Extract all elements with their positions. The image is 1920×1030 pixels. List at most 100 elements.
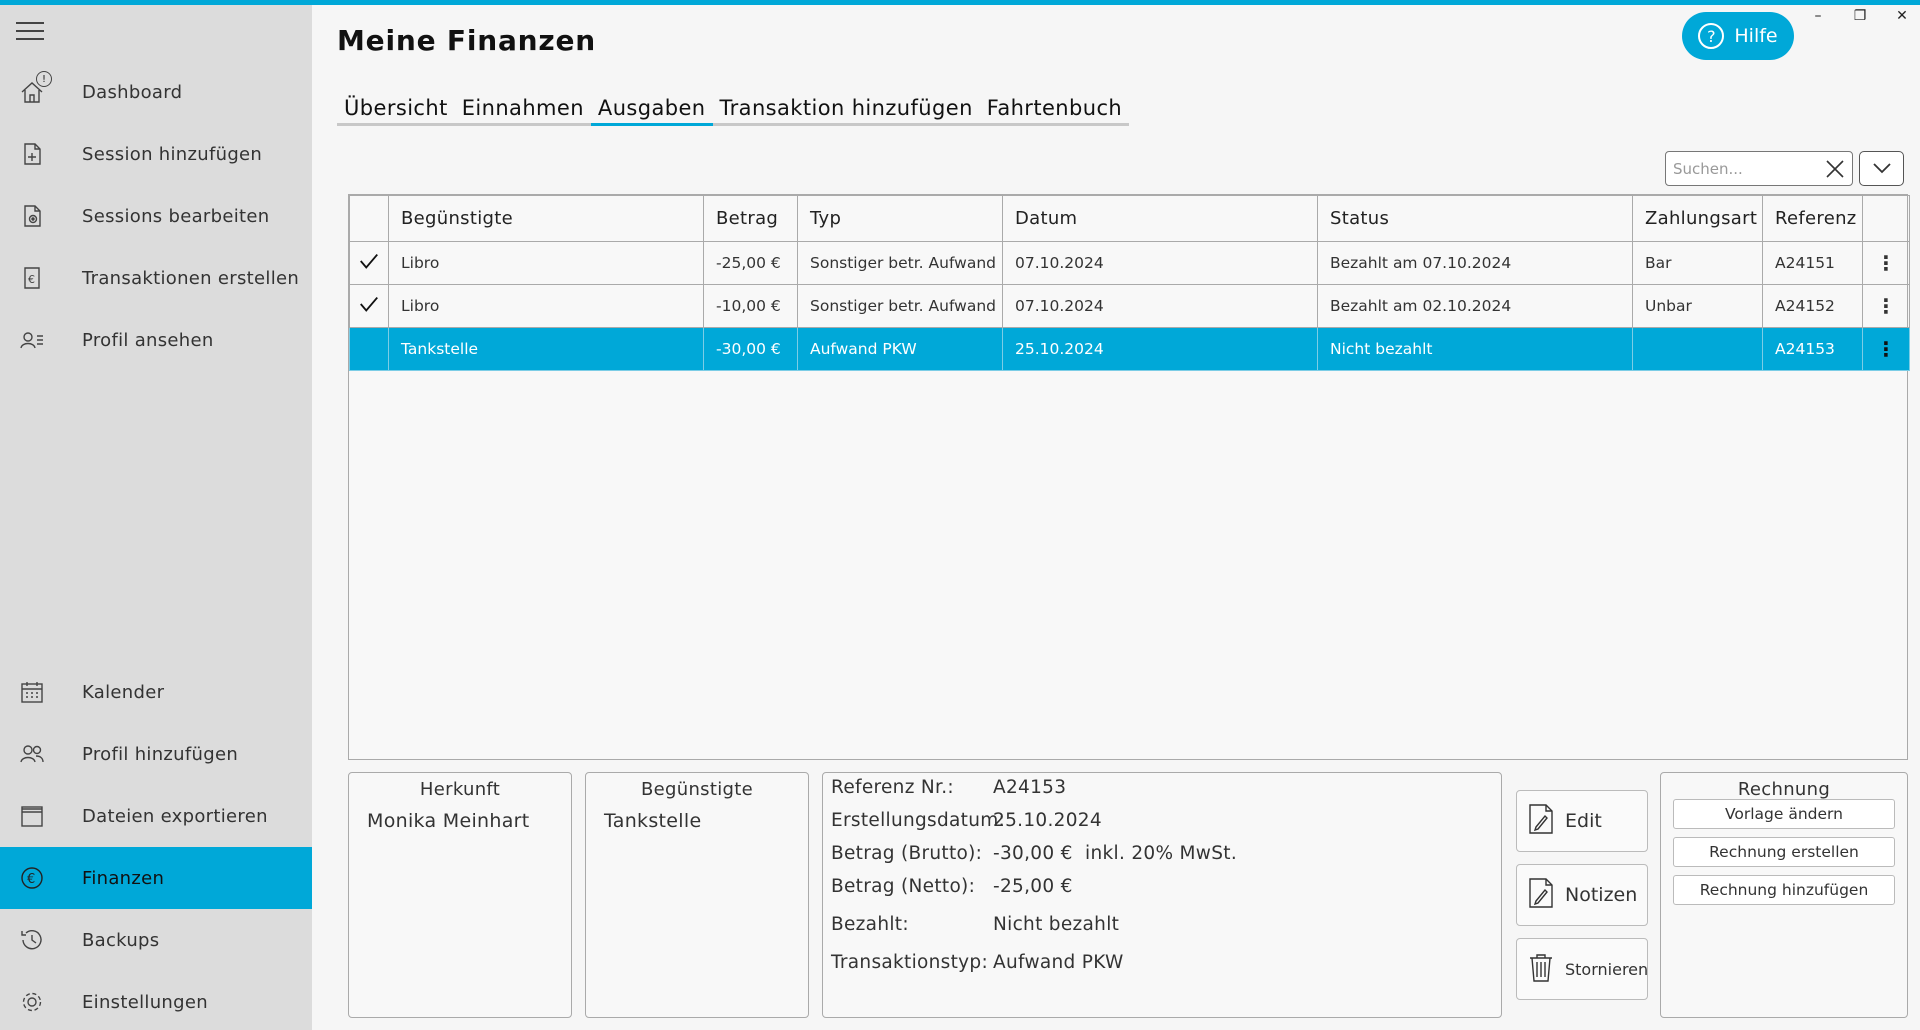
calendar-icon (18, 678, 46, 706)
sidebar-item-label: Backups (82, 929, 160, 951)
detail-row: Betrag (Netto): -25,00 € (831, 876, 1073, 897)
herkunft-title: Herkunft (419, 779, 501, 800)
rechnung-hinzufuegen-button[interactable]: Rechnung hinzufügen (1673, 875, 1895, 905)
more-vertical-icon[interactable]: ⋮ (1876, 294, 1896, 318)
filter-dropdown-button[interactable] (1859, 151, 1904, 186)
sidebar-item-einstellungen[interactable]: Einstellungen (0, 971, 312, 1030)
row-checkbox[interactable] (349, 327, 389, 371)
stornieren-label: Stornieren (1565, 959, 1649, 979)
tab-uebersicht[interactable]: Übersicht (337, 92, 455, 123)
sidebar-item-finanzen[interactable]: € Finanzen (0, 847, 312, 909)
detail-row: Transaktionstyp: Aufwand PKW (831, 952, 1124, 973)
history-icon (18, 926, 46, 954)
column-header-betrag[interactable]: Betrag (703, 195, 798, 242)
notes-label: Notizen (1565, 884, 1638, 906)
detail-row: Referenz Nr.: A24153 (831, 777, 1067, 798)
cell-status: Nicht bezahlt (1317, 327, 1633, 371)
sidebar-item-label: Session hinzufügen (82, 143, 263, 165)
herkunft-panel: Herkunft Monika Meinhart (348, 772, 572, 1018)
cell-betrag: -10,00 € (703, 284, 798, 328)
checkmark-icon (358, 296, 380, 319)
sidebar-item-dashboard[interactable]: ! Dashboard (0, 61, 312, 123)
notes-document-icon (1527, 877, 1555, 914)
column-header-actions (1862, 195, 1910, 242)
column-header-datum[interactable]: Datum (1002, 195, 1318, 242)
hamburger-menu-icon[interactable] (16, 22, 44, 44)
row-checkbox[interactable] (349, 284, 389, 328)
cell-beguenstigte: Tankstelle (388, 327, 704, 371)
tab-bar: Übersicht Einnahmen Ausgaben Transaktion… (337, 92, 1130, 126)
sidebar-item-session-hinzufuegen[interactable]: Session hinzufügen (0, 123, 312, 185)
trash-icon (1527, 951, 1555, 987)
edit-document-icon (1527, 803, 1555, 840)
sidebar-item-kalender[interactable]: Kalender (0, 661, 312, 723)
column-header-referenz[interactable]: Referenz (1762, 195, 1863, 242)
cell-typ: Sonstiger betr. Aufwand (797, 284, 1003, 328)
column-header-status[interactable]: Status (1317, 195, 1633, 242)
sidebar-item-dateien-exportieren[interactable]: Dateien exportieren (0, 785, 312, 847)
notification-badge: ! (36, 71, 52, 87)
restore-button[interactable]: ❐ (1850, 8, 1870, 24)
minimize-button[interactable]: – (1808, 8, 1828, 24)
more-vertical-icon[interactable]: ⋮ (1876, 251, 1896, 275)
beguenstigte-value: Tankstelle (604, 810, 702, 832)
sidebar-item-label: Dashboard (82, 81, 183, 103)
help-button[interactable]: ? Hilfe (1682, 12, 1794, 60)
help-label: Hilfe (1734, 25, 1778, 47)
column-header-beguenstigte[interactable]: Begünstigte (388, 195, 704, 242)
svg-text:€: € (28, 273, 35, 286)
page-title: Meine Finanzen (337, 24, 597, 57)
sidebar-item-label: Sessions bearbeiten (82, 205, 270, 227)
rechnung-panel: Rechnung Vorlage ändern Rechnung erstell… (1660, 772, 1908, 1018)
cell-status: Bezahlt am 02.10.2024 (1317, 284, 1633, 328)
notes-button[interactable]: Notizen (1516, 864, 1648, 926)
row-menu-cell: ⋮ (1862, 241, 1910, 285)
tab-fahrtenbuch[interactable]: Fahrtenbuch (980, 92, 1129, 123)
more-vertical-icon[interactable]: ⋮ (1876, 337, 1896, 361)
cell-datum: 07.10.2024 (1002, 241, 1318, 285)
stornieren-button[interactable]: Stornieren (1516, 938, 1648, 1000)
sidebar-item-label: Profil hinzufügen (82, 743, 239, 765)
rechnung-erstellen-button[interactable]: Rechnung erstellen (1673, 837, 1895, 867)
sidebar-item-transaktionen-erstellen[interactable]: € Transaktionen erstellen (0, 247, 312, 309)
close-icon[interactable] (1823, 157, 1847, 181)
sidebar-item-label: Finanzen (82, 867, 165, 889)
column-header-typ[interactable]: Typ (797, 195, 1003, 242)
table-row[interactable]: Libro -25,00 € Sonstiger betr. Aufwand 07.1… (349, 241, 1910, 285)
sidebar: ! Dashboard Session hinzufügen Sessions … (0, 5, 312, 1030)
herkunft-value: Monika Meinhart (367, 810, 530, 832)
cell-status: Bezahlt am 07.10.2024 (1317, 241, 1633, 285)
tab-ausgaben[interactable]: Ausgaben (590, 92, 713, 126)
search-box (1665, 151, 1853, 186)
sidebar-item-label: Einstellungen (82, 991, 208, 1013)
row-checkbox[interactable] (349, 241, 389, 285)
close-button[interactable]: ✕ (1892, 8, 1912, 24)
search-input[interactable] (1666, 152, 1816, 185)
view-document-icon (18, 202, 46, 230)
sidebar-item-sessions-bearbeiten[interactable]: Sessions bearbeiten (0, 185, 312, 247)
sidebar-item-profil-hinzufuegen[interactable]: Profil hinzufügen (0, 723, 312, 785)
cell-datum: 25.10.2024 (1002, 327, 1318, 371)
column-header-zahlungsart[interactable]: Zahlungsart (1632, 195, 1763, 242)
cell-zahlungsart (1632, 327, 1763, 371)
sidebar-item-backups[interactable]: Backups (0, 909, 312, 971)
beguenstigte-title: Begünstigte (641, 779, 753, 800)
chevron-down-icon (1872, 159, 1892, 178)
sidebar-item-profil-ansehen[interactable]: Profil ansehen (0, 309, 312, 371)
tab-einnahmen[interactable]: Einnahmen (455, 92, 591, 123)
table-header-row: Begünstigte Betrag Typ Datum Status Zahl… (349, 195, 1910, 242)
table-row[interactable]: Tankstelle -30,00 € Aufwand PKW 25.10.2024 N… (349, 327, 1910, 371)
vorlage-aendern-button[interactable]: Vorlage ändern (1673, 799, 1895, 829)
add-document-icon (18, 140, 46, 168)
gear-icon (18, 988, 46, 1016)
row-menu-cell: ⋮ (1862, 327, 1910, 371)
tab-transaktion-hinzufuegen[interactable]: Transaktion hinzufügen (713, 92, 980, 123)
sidebar-item-label: Dateien exportieren (82, 805, 268, 827)
euro-document-icon: € (18, 264, 46, 292)
table-row[interactable]: Libro -10,00 € Sonstiger betr. Aufwand 07.1… (349, 284, 1910, 328)
edit-label: Edit (1565, 810, 1602, 832)
euro-icon: € (18, 864, 46, 892)
edit-button[interactable]: Edit (1516, 790, 1648, 852)
cell-typ: Sonstiger betr. Aufwand (797, 241, 1003, 285)
sidebar-item-label: Profil ansehen (82, 329, 214, 351)
